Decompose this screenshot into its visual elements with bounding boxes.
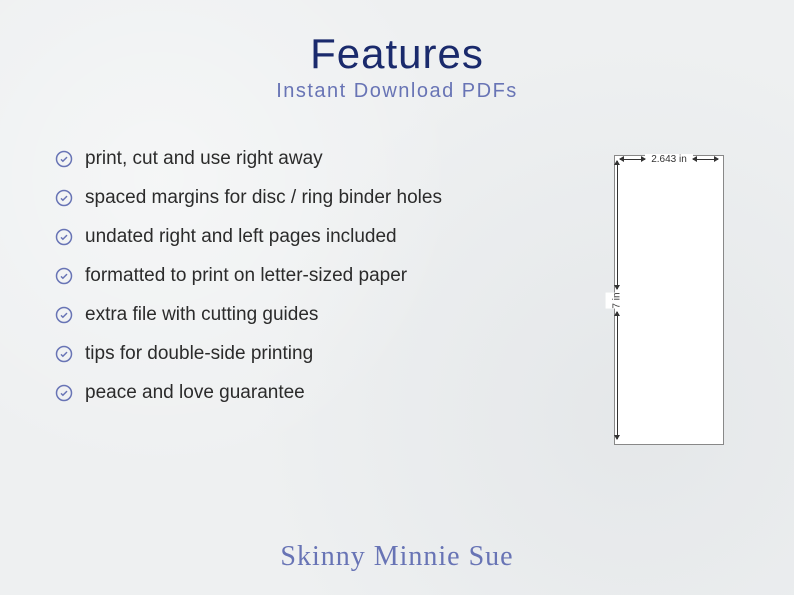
width-label: 2.643 in	[645, 154, 693, 165]
size-diagram: 2.643 in 7 in	[574, 155, 724, 445]
check-circle-icon	[55, 189, 73, 207]
page-subtitle: Instant Download PDFs	[0, 80, 794, 103]
check-circle-icon	[55, 345, 73, 363]
height-label: 7 in	[606, 292, 629, 308]
width-dimension: 2.643 in	[620, 151, 718, 167]
header: Features Instant Download PDFs	[0, 0, 794, 103]
feature-text: formatted to print on letter-sized paper	[85, 265, 407, 287]
arrow-line-icon	[693, 159, 718, 160]
check-circle-icon	[55, 267, 73, 285]
feature-text: spaced margins for disc / ring binder ho…	[85, 187, 442, 209]
page-title: Features	[0, 30, 794, 78]
feature-text: undated right and left pages included	[85, 226, 397, 248]
check-circle-icon	[55, 228, 73, 246]
arrow-line-icon	[617, 161, 618, 289]
feature-text: extra file with cutting guides	[85, 304, 318, 326]
feature-text: tips for double-side printing	[85, 343, 313, 365]
check-circle-icon	[55, 306, 73, 324]
arrow-line-icon	[620, 159, 645, 160]
feature-text: peace and love guarantee	[85, 382, 305, 404]
check-circle-icon	[55, 150, 73, 168]
arrow-line-icon	[617, 312, 618, 440]
dimension-box: 2.643 in 7 in	[614, 155, 724, 445]
check-circle-icon	[55, 384, 73, 402]
feature-text: print, cut and use right away	[85, 148, 323, 170]
height-dimension: 7 in	[609, 161, 625, 439]
signature: Skinny Minnie Sue	[0, 541, 794, 573]
